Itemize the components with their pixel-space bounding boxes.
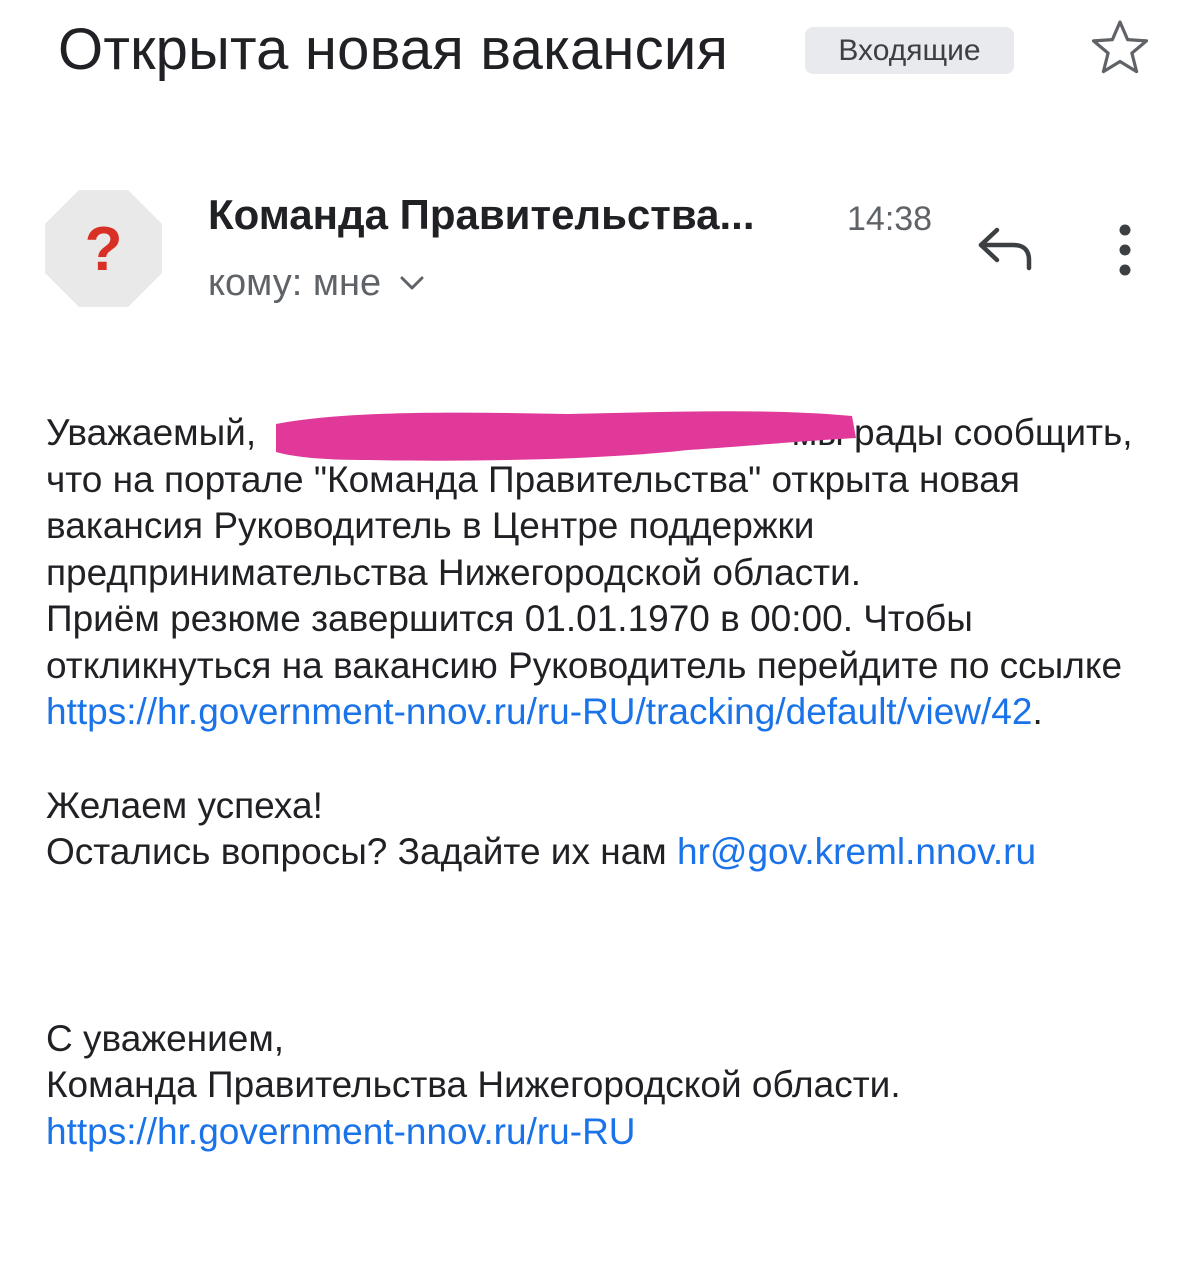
chevron-down-icon: [400, 276, 424, 290]
sender-name[interactable]: Команда Правительства...: [208, 190, 755, 240]
questions-paragraph: Остались вопросы? Задайте их нам hr@gov.…: [46, 829, 1156, 876]
avatar: ?: [45, 190, 162, 307]
message-body: Уважаемый, мы рады сообщить, что на порт…: [46, 410, 1156, 1155]
more-vert-icon[interactable]: [1110, 222, 1140, 278]
subject-title: Открыта новая вакансия: [58, 17, 729, 82]
wish-line: Желаем успеха!: [46, 784, 323, 826]
signature-line: Команда Правительства Нижегородской обла…: [46, 1064, 901, 1105]
recipient-toggle[interactable]: кому: мне: [208, 258, 425, 308]
questions-text: Остались вопросы? Задайте их нам: [46, 831, 677, 872]
deadline-text: Приём резюме завершится 01.01.1970 в 00:…: [46, 598, 1123, 686]
reply-icon[interactable]: [975, 222, 1035, 274]
vacancy-link[interactable]: https://hr.government-nnov.ru/ru-RU/trac…: [46, 691, 1032, 732]
contact-email-link[interactable]: hr@gov.kreml.nnov.ru: [677, 831, 1036, 872]
message-time: 14:38: [847, 200, 933, 238]
regards-line: С уважением,: [46, 1017, 285, 1059]
redaction-scribble: [276, 411, 856, 461]
label-chip-inbox[interactable]: Входящие: [805, 27, 1014, 74]
unknown-sender-icon: ?: [85, 215, 123, 284]
deadline-paragraph: Приём резюме завершится 01.01.1970 в 00:…: [46, 596, 1156, 736]
star-outline-icon[interactable]: [1090, 18, 1150, 78]
greeting-start: Уважаемый,: [46, 412, 257, 453]
period: .: [1032, 691, 1043, 732]
portal-link[interactable]: https://hr.government-nnov.ru/ru-RU: [46, 1111, 636, 1152]
recipient-label: кому: мне: [208, 262, 382, 304]
